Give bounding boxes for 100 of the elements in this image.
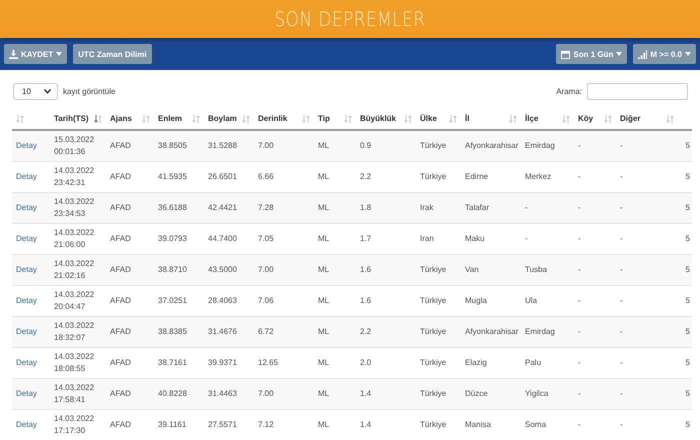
magnitude-cell: 2.2 xyxy=(360,327,372,336)
date-cell: 14.03.2022 18:08:55 xyxy=(54,352,94,373)
agency-cell: AFAD xyxy=(110,327,131,336)
province-cell: Düzce xyxy=(465,389,488,398)
village-cell: - xyxy=(578,389,581,398)
depth-cell: 7.00 xyxy=(258,141,274,150)
sort-icon[interactable] xyxy=(449,114,457,122)
province-cell: Afyonkarahisar xyxy=(465,327,518,336)
search-field[interactable] xyxy=(587,83,688,100)
province-cell: Manisa xyxy=(465,420,491,430)
longitude-cell: 43.5000 xyxy=(208,265,237,274)
province-cell: Talafar xyxy=(465,203,490,212)
agency-cell: AFAD xyxy=(110,420,131,430)
latitude-cell: 38.8505 xyxy=(158,141,187,150)
sort-icon[interactable] xyxy=(344,114,352,122)
detail-link[interactable]: Detay xyxy=(16,296,37,306)
type-cell: ML xyxy=(318,172,330,182)
latitude-cell: 38.8385 xyxy=(158,327,187,336)
column-header[interactable]: Diğer xyxy=(620,114,640,123)
province-cell: Elazig xyxy=(465,358,487,368)
agency-cell: AFAD xyxy=(110,265,131,274)
toolbar-button[interactable]: UTC Zaman Dilimi xyxy=(73,44,152,64)
value-cell: 5 xyxy=(686,203,690,212)
column-header[interactable]: Tip xyxy=(318,114,330,123)
latitude-cell: 37.0251 xyxy=(158,296,187,306)
country-cell: Türkiye xyxy=(420,296,446,306)
detail-link[interactable]: Detay xyxy=(16,141,37,150)
detail-link[interactable]: Detay xyxy=(16,172,37,182)
depth-cell: 7.05 xyxy=(258,234,274,244)
longitude-cell: 42.4421 xyxy=(208,203,237,212)
date-cell: 14.03.2022 23:34:53 xyxy=(54,197,94,218)
magnitude-cell: 1.6 xyxy=(360,296,372,306)
value-cell: 5 xyxy=(686,172,690,182)
column-header[interactable]: Büyüklük xyxy=(360,114,396,123)
agency-cell: AFAD xyxy=(110,203,131,212)
detail-link[interactable]: Detay xyxy=(16,234,37,244)
column-header[interactable]: Ajans xyxy=(110,114,132,123)
sort-icon[interactable] xyxy=(666,114,674,122)
toolbar-button[interactable]: M >= 0.0 xyxy=(633,44,696,64)
value-cell: 5 xyxy=(686,358,690,368)
column-header[interactable]: İl xyxy=(465,114,470,123)
district-cell: Yigilca xyxy=(525,389,548,398)
country-cell: Iran xyxy=(420,234,434,244)
country-cell: Türkiye xyxy=(420,420,446,430)
value-cell: 5 xyxy=(686,327,690,336)
detail-link[interactable]: Detay xyxy=(16,327,37,336)
column-header[interactable]: Tarih(TS) xyxy=(54,114,89,123)
detail-link[interactable]: Detay xyxy=(16,420,37,430)
signal-bars-icon xyxy=(638,50,648,58)
date-cell: 14.03.2022 18:32:07 xyxy=(54,321,94,342)
sort-icon[interactable] xyxy=(242,114,250,122)
other-cell: - xyxy=(620,358,623,368)
province-cell: Edirne xyxy=(465,172,488,182)
column-header[interactable]: Derinlik xyxy=(258,114,288,123)
column-header[interactable]: Boylam xyxy=(208,114,237,123)
district-cell: Emirdag xyxy=(525,327,555,336)
column-header[interactable]: Köy xyxy=(578,114,594,123)
sort-icon[interactable] xyxy=(16,114,24,122)
type-cell: ML xyxy=(318,389,330,398)
depth-cell: 12.65 xyxy=(258,358,278,368)
detail-link[interactable]: Detay xyxy=(16,265,37,274)
country-cell: Türkiye xyxy=(420,141,446,150)
detail-link[interactable]: Detay xyxy=(16,203,37,212)
page-size-select[interactable]: 10 xyxy=(13,83,58,100)
district-cell: Tusba xyxy=(525,265,547,274)
sort-icon[interactable] xyxy=(192,114,200,122)
other-cell: - xyxy=(620,203,623,212)
depth-cell: 7.00 xyxy=(258,389,274,398)
latitude-cell: 39.1161 xyxy=(158,420,186,430)
detail-link[interactable]: Detay xyxy=(16,389,37,398)
province-cell: Maku xyxy=(465,234,485,244)
sort-descending-icon[interactable] xyxy=(94,114,102,122)
country-cell: Türkiye xyxy=(420,327,446,336)
column-header[interactable]: Enlem xyxy=(158,114,182,123)
column-header[interactable]: Ülke xyxy=(420,114,437,123)
longitude-cell: 27.5571 xyxy=(208,420,237,430)
value-cell: 5 xyxy=(686,389,690,398)
district-cell: Palu xyxy=(525,358,542,368)
column-header[interactable]: İlçe xyxy=(525,114,538,123)
toolbar-button[interactable]: KAYDET xyxy=(4,44,68,64)
province-cell: Mugla xyxy=(465,296,487,306)
magnitude-cell: 0.9 xyxy=(360,141,372,150)
sort-icon[interactable] xyxy=(404,114,412,122)
other-cell: - xyxy=(620,172,623,182)
sort-icon[interactable] xyxy=(604,114,612,122)
sort-icon[interactable] xyxy=(562,114,570,122)
sort-icon[interactable] xyxy=(302,114,310,122)
detail-link[interactable]: Detay xyxy=(16,358,37,368)
latitude-cell: 40.8228 xyxy=(158,389,187,398)
type-cell: ML xyxy=(318,420,330,430)
depth-cell: 7.00 xyxy=(258,265,274,274)
longitude-cell: 39.9371 xyxy=(208,358,237,368)
toolbar-button[interactable]: Son 1 Gün xyxy=(556,44,628,64)
sort-icon[interactable] xyxy=(142,114,150,122)
longitude-cell: 26.6501 xyxy=(208,172,237,182)
type-cell: ML xyxy=(318,234,330,244)
village-cell: - xyxy=(578,141,581,150)
other-cell: - xyxy=(620,141,623,150)
sort-icon[interactable] xyxy=(509,114,517,122)
village-cell: - xyxy=(578,203,581,212)
